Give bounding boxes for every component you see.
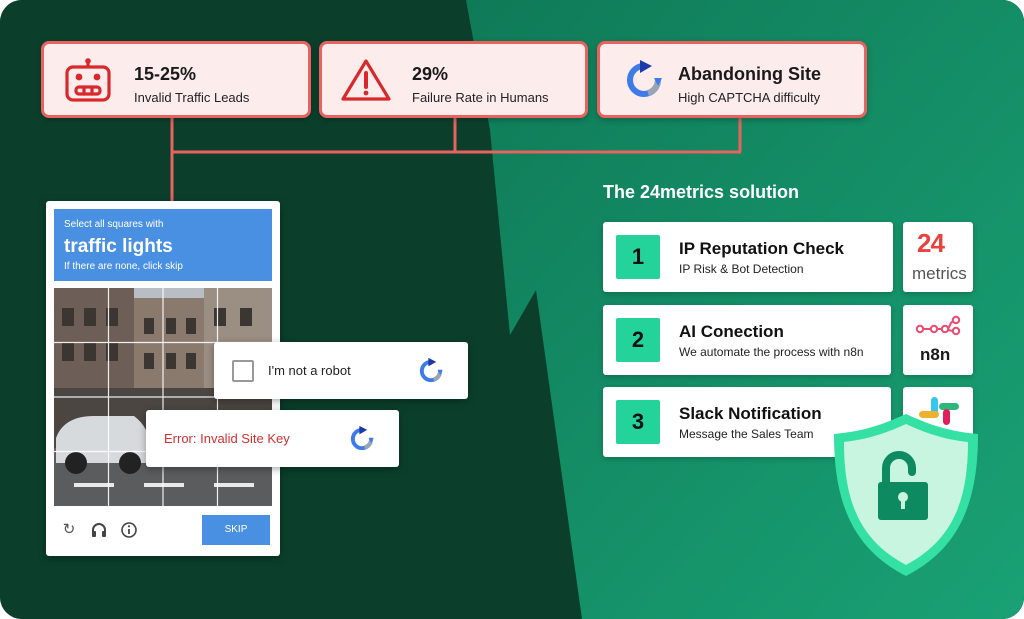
robot-checkbox[interactable] (232, 360, 254, 382)
solution-step-1: 1 IP Reputation Check IP Risk & Bot Dete… (603, 222, 893, 292)
24metrics-logo-word: metrics (912, 264, 967, 283)
step-title: IP Reputation Check (679, 239, 844, 258)
headphones-icon[interactable] (90, 521, 108, 539)
problem-label: Invalid Traffic Leads (134, 90, 250, 105)
solution-title: The 24metrics solution (603, 182, 800, 202)
robot-icon (65, 58, 111, 102)
captcha-target: traffic lights (64, 236, 173, 257)
problem-card-failure-rate: 29% Failure Rate in Humans (319, 41, 588, 118)
info-icon[interactable] (120, 521, 138, 539)
recaptcha-icon (350, 425, 374, 451)
robot-check-card: I'm not a robot (214, 342, 468, 399)
captcha-hint: If there are none, click skip (64, 261, 183, 272)
warning-icon (341, 59, 391, 101)
skip-button[interactable]: SKIP (202, 515, 270, 545)
24metrics-logo: 24 metrics (903, 222, 973, 292)
problem-value: 29% (412, 64, 449, 84)
solution-step-2: 2 AI Conection We automate the process w… (603, 305, 891, 375)
step-subtitle: We automate the process with n8n (679, 345, 864, 359)
problem-card-invalid-traffic: 15-25% Invalid Traffic Leads (41, 41, 311, 118)
step-subtitle: Message the Sales Team (679, 427, 814, 441)
step-title: Slack Notification (679, 404, 822, 423)
step-number: 2 (616, 318, 660, 362)
captcha-tools: ↻ (60, 521, 138, 539)
step-subtitle: IP Risk & Bot Detection (679, 262, 804, 276)
recaptcha-icon (419, 357, 443, 383)
n8n-logo-mark (915, 315, 961, 336)
reload-icon[interactable]: ↻ (60, 521, 78, 539)
problem-value: 15-25% (134, 64, 197, 84)
problem-card-abandoning-site: Abandoning Site High CAPTCHA difficulty (597, 41, 867, 118)
24metrics-logo-mark: 24 (917, 228, 945, 258)
robot-check-label: I'm not a robot (268, 363, 351, 378)
error-card: Error: Invalid Site Key (146, 410, 399, 467)
step-title: AI Conection (679, 322, 784, 341)
infographic-canvas: 15-25% Invalid Traffic Leads 29% Failure… (0, 0, 1024, 619)
problem-value: Abandoning Site (678, 64, 821, 84)
captcha-header: Select all squares with traffic lights I… (54, 209, 272, 281)
recaptcha-icon (627, 60, 662, 97)
n8n-logo: n8n (903, 305, 973, 375)
problem-label: Failure Rate in Humans (412, 90, 549, 105)
step-number: 3 (616, 400, 660, 444)
unlocked-padlock-shield-icon (834, 414, 978, 576)
captcha-instruction: Select all squares with (64, 219, 164, 230)
problem-label: High CAPTCHA difficulty (678, 90, 821, 105)
error-message: Error: Invalid Site Key (164, 431, 290, 446)
step-number: 1 (616, 235, 660, 279)
n8n-logo-word: n8n (920, 345, 951, 364)
